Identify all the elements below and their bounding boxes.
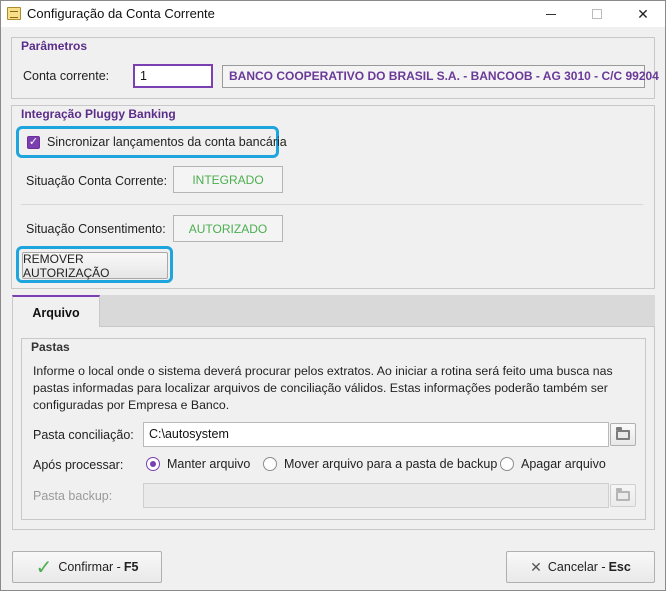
radio-mover-arquivo-label[interactable]: Mover arquivo para a pasta de backup — [284, 457, 497, 471]
sync-label[interactable]: Sincronizar lançamentos da conta bancári… — [47, 135, 287, 149]
pastas-description: Informe o local onde o sistema deverá pr… — [33, 364, 613, 412]
sync-checkbox[interactable]: ✓ — [27, 136, 40, 149]
pasta-conciliacao-input[interactable]: C:\autosystem — [143, 422, 609, 447]
maximize-button — [574, 1, 620, 27]
confirmar-label: Confirmar - — [58, 560, 121, 574]
cancelar-label: Cancelar - — [547, 560, 606, 574]
pasta-backup-browse-button — [610, 484, 636, 507]
pasta-backup-input — [143, 483, 609, 508]
apos-processar-label: Após processar: — [33, 458, 124, 472]
cancelar-button[interactable]: ✕ Cancelar - Esc — [506, 551, 655, 583]
situacao-consent-label: Situação Consentimento: — [26, 222, 166, 236]
bank-description: BANCO COOPERATIVO DO BRASIL S.A. - BANCO… — [222, 65, 659, 88]
tab-arquivo[interactable]: Arquivo — [12, 295, 100, 328]
remover-autorizacao-button[interactable]: REMOVER AUTORIZAÇÃO — [22, 252, 168, 280]
check-icon: ✓ — [28, 136, 39, 148]
checkmark-icon: ✓ — [35, 556, 53, 579]
parametros-legend: Parâmetros — [21, 39, 88, 53]
integracao-separator — [21, 204, 643, 205]
radio-apagar-arquivo[interactable] — [500, 457, 514, 471]
pasta-conciliacao-label: Pasta conciliação: — [33, 428, 134, 442]
confirmar-shortcut: F5 — [123, 560, 139, 574]
maximize-icon — [592, 9, 602, 19]
situacao-conta-status: INTEGRADO — [173, 166, 283, 193]
dialog-window: Configuração da Conta Corrente ✕ Parâmet… — [0, 0, 666, 591]
folder-icon — [616, 487, 630, 501]
close-button[interactable]: ✕ — [620, 1, 666, 27]
minimize-button[interactable] — [528, 1, 574, 27]
pasta-conciliacao-browse-button[interactable] — [610, 423, 636, 446]
pasta-backup-label: Pasta backup: — [33, 489, 113, 503]
window-title: Configuração da Conta Corrente — [27, 6, 215, 21]
pastas-legend: Pastas — [31, 340, 70, 354]
radio-manter-arquivo-label[interactable]: Manter arquivo — [167, 457, 250, 471]
cancel-x-icon: ✕ — [530, 558, 542, 575]
conta-corrente-input[interactable]: 1 — [133, 64, 213, 88]
minimize-icon — [546, 13, 556, 15]
cancelar-shortcut: Esc — [608, 560, 631, 574]
app-icon — [7, 7, 21, 20]
situacao-consent-status: AUTORIZADO — [173, 215, 283, 242]
radio-apagar-arquivo-label[interactable]: Apagar arquivo — [521, 457, 606, 471]
close-icon: ✕ — [637, 5, 649, 22]
confirmar-button[interactable]: ✓ Confirmar - F5 — [12, 551, 162, 583]
radio-mover-arquivo[interactable] — [263, 457, 277, 471]
tab-strip — [12, 295, 655, 327]
conta-corrente-label: Conta corrente: — [23, 69, 110, 83]
title-bar[interactable]: Configuração da Conta Corrente ✕ — [1, 1, 665, 27]
situacao-conta-label: Situação Conta Corrente: — [26, 174, 168, 188]
folder-icon — [616, 426, 630, 440]
integracao-legend: Integração Pluggy Banking — [21, 107, 176, 121]
radio-manter-arquivo[interactable] — [146, 457, 160, 471]
